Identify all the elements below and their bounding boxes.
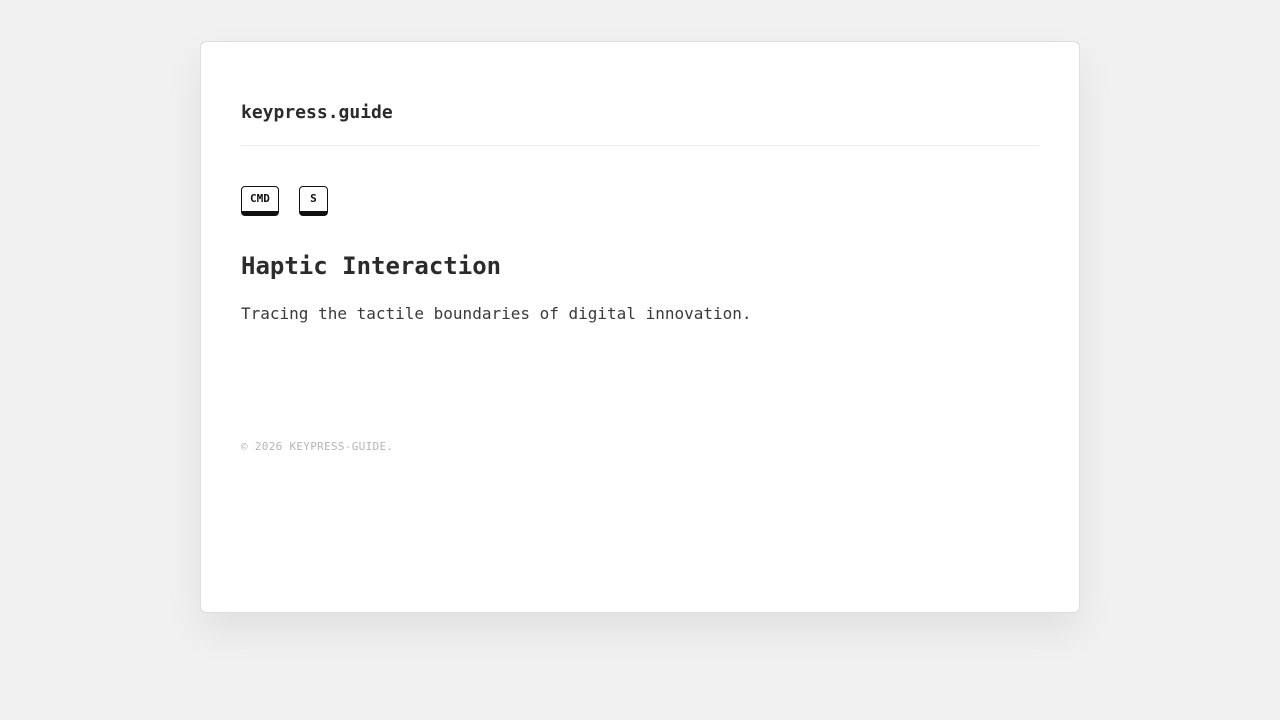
key-s[interactable]: S: [298, 186, 328, 216]
site-logo-link[interactable]: keypress.guide: [241, 102, 393, 123]
page-title: Haptic Interaction: [241, 252, 502, 280]
footer-copyright: © 2026 KEYPRESS-GUIDE.: [241, 440, 394, 453]
page-tagline: Tracing the tactile boundaries of digita…: [241, 304, 752, 323]
card-content: keypress.guide CMD S Haptic Interaction …: [241, 42, 1039, 612]
header-divider: [241, 145, 1039, 146]
key-cmd[interactable]: CMD: [241, 186, 279, 216]
shortcut-keys: CMD S: [241, 186, 328, 216]
main-card: keypress.guide CMD S Haptic Interaction …: [200, 41, 1080, 613]
